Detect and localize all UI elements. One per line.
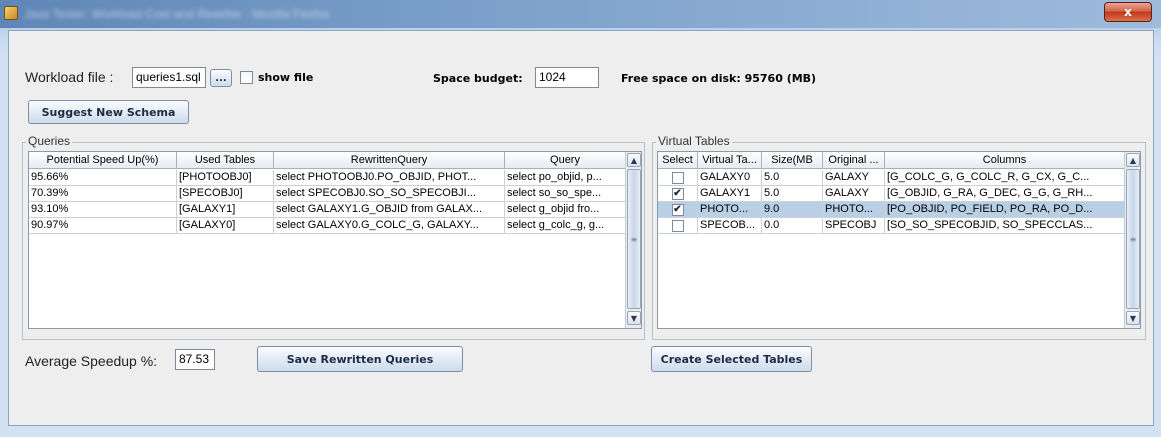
column-header[interactable]: Potential Speed Up(%)	[29, 152, 177, 169]
columns-cell: [G_COLC_G, G_COLC_R, G_CX, G_C...	[885, 170, 1125, 186]
original-cell: GALAXY	[823, 186, 885, 202]
close-button[interactable]: x	[1104, 2, 1152, 22]
used-tables-cell: [GALAXY0]	[177, 218, 274, 234]
virtual-table-name-cell: GALAXY1	[698, 186, 762, 202]
size-cell: 0.0	[762, 218, 823, 234]
columns-cell: [G_OBJID, G_RA, G_DEC, G_G, G_RH...	[885, 186, 1125, 202]
column-header[interactable]: Size(MB	[762, 152, 823, 169]
scroll-thumb[interactable]: ≡	[1126, 169, 1140, 309]
column-header[interactable]: Original ...	[823, 152, 885, 169]
original-cell: SPECOBJ	[823, 218, 885, 234]
virtual-table-name-cell: SPECOB...	[698, 218, 762, 234]
column-header[interactable]: Virtual Ta...	[698, 152, 762, 169]
virtual-table-name-cell: GALAXY0	[698, 170, 762, 186]
size-cell: 9.0	[762, 202, 823, 218]
rewritten-query-cell: select PHOTOOBJ0.PO_OBJID, PHOT...	[274, 170, 505, 186]
original-cell: PHOTO...	[823, 202, 885, 218]
scroll-up-icon[interactable]: ▲	[627, 153, 641, 167]
queries-scrollbar[interactable]: ▲ ≡ ▼	[625, 152, 641, 328]
original-cell: GALAXY	[823, 170, 885, 186]
workload-file-label: Workload file :	[25, 69, 114, 85]
table-row-selected[interactable]: ✔ PHOTO... 9.0 PHOTO... [PO_OBJID, PO_FI…	[658, 202, 1125, 218]
column-header[interactable]: Select	[658, 152, 698, 169]
columns-cell: [PO_OBJID, PO_FIELD, PO_RA, PO_D...	[885, 202, 1125, 218]
size-cell: 5.0	[762, 186, 823, 202]
rewritten-query-cell: select GALAXY1.G_OBJID from GALAX...	[274, 202, 505, 218]
used-tables-cell: [SPECOBJ0]	[177, 186, 274, 202]
query-cell: select po_objid, p...	[505, 170, 626, 186]
columns-cell: [SO_SO_SPECOBJID, SO_SPECCLAS...	[885, 218, 1125, 234]
select-checkbox[interactable]: ✔	[671, 203, 684, 216]
speedup-cell: 70.39%	[29, 186, 177, 202]
rewritten-query-cell: select SPECOBJ0.SO_SO_SPECOBJI...	[274, 186, 505, 202]
speedup-cell: 90.97%	[29, 218, 177, 234]
column-header[interactable]: RewrittenQuery	[274, 152, 505, 169]
space-budget-label: Space budget:	[433, 72, 523, 85]
speedup-cell: 93.10%	[29, 202, 177, 218]
queries-table-header: Potential Speed Up(%) Used Tables Rewrit…	[29, 152, 626, 169]
app-window: Java Tester: Workload Cost and Rewriter …	[0, 0, 1161, 437]
virtual-tables-scrollbar[interactable]: ▲ ≡ ▼	[1124, 152, 1140, 328]
used-tables-cell: [GALAXY1]	[177, 202, 274, 218]
column-header[interactable]: Used Tables	[177, 152, 274, 169]
rewritten-query-cell: select GALAXY0.G_COLC_G, GALAXY...	[274, 218, 505, 234]
show-file-checkbox[interactable]	[240, 71, 253, 84]
query-cell: select so_so_spe...	[505, 186, 626, 202]
java-app-icon	[4, 6, 18, 20]
virtual-table-name-cell: PHOTO...	[698, 202, 762, 218]
table-row[interactable]: SPECOB... 0.0 SPECOBJ [SO_SO_SPECOBJID, …	[658, 218, 1125, 234]
table-row[interactable]: 95.66% [PHOTOOBJ0] select PHOTOOBJ0.PO_O…	[29, 170, 626, 186]
average-speedup-label: Average Speedup %:	[25, 353, 158, 369]
show-file-label: show file	[258, 71, 314, 84]
table-row[interactable]: 90.97% [GALAXY0] select GALAXY0.G_COLC_G…	[29, 218, 626, 234]
space-budget-field[interactable]: 1024	[535, 67, 599, 88]
free-space-text: Free space on disk: 95760 (MB)	[621, 72, 817, 85]
query-cell: select g_colc_g, g...	[505, 218, 626, 234]
table-row[interactable]: ✔ GALAXY1 5.0 GALAXY [G_OBJID, G_RA, G_D…	[658, 186, 1125, 202]
queries-group-title: Queries	[26, 134, 73, 148]
browse-button[interactable]: ...	[210, 69, 232, 87]
query-cell: select g_objid fro...	[505, 202, 626, 218]
create-selected-tables-button[interactable]: Create Selected Tables	[651, 346, 812, 372]
virtual-tables-group-title: Virtual Tables	[656, 134, 732, 148]
table-row[interactable]: 70.39% [SPECOBJ0] select SPECOBJ0.SO_SO_…	[29, 186, 626, 202]
select-checkbox[interactable]	[671, 219, 684, 232]
column-header[interactable]: Columns	[885, 152, 1125, 169]
title-bar[interactable]: Java Tester: Workload Cost and Rewriter …	[0, 0, 1161, 28]
used-tables-cell: [PHOTOOBJ0]	[177, 170, 274, 186]
save-rewritten-queries-button[interactable]: Save Rewritten Queries	[257, 346, 463, 372]
column-header[interactable]: Query	[505, 152, 626, 169]
select-checkbox[interactable]: ✔	[671, 187, 684, 200]
average-speedup-field[interactable]: 87.53	[175, 349, 215, 370]
select-checkbox[interactable]	[671, 171, 684, 184]
table-row[interactable]: 93.10% [GALAXY1] select GALAXY1.G_OBJID …	[29, 202, 626, 218]
workload-file-field[interactable]: queries1.sql	[132, 67, 206, 88]
virtual-tables-header: Select Virtual Ta... Size(MB Original ..…	[658, 152, 1125, 169]
virtual-tables-table[interactable]: Select Virtual Ta... Size(MB Original ..…	[657, 151, 1141, 329]
size-cell: 5.0	[762, 170, 823, 186]
scroll-down-icon[interactable]: ▼	[627, 311, 641, 325]
scroll-down-icon[interactable]: ▼	[1126, 311, 1140, 325]
main-panel: Workload file : queries1.sql ... show fi…	[8, 30, 1154, 426]
suggest-new-schema-button[interactable]: Suggest New Schema	[28, 100, 189, 124]
window-title: Java Tester: Workload Cost and Rewriter …	[24, 7, 330, 21]
scroll-thumb[interactable]: ≡	[627, 169, 641, 309]
table-row[interactable]: GALAXY0 5.0 GALAXY [G_COLC_G, G_COLC_R, …	[658, 170, 1125, 186]
speedup-cell: 95.66%	[29, 170, 177, 186]
scroll-up-icon[interactable]: ▲	[1126, 153, 1140, 167]
queries-table[interactable]: Potential Speed Up(%) Used Tables Rewrit…	[28, 151, 642, 329]
